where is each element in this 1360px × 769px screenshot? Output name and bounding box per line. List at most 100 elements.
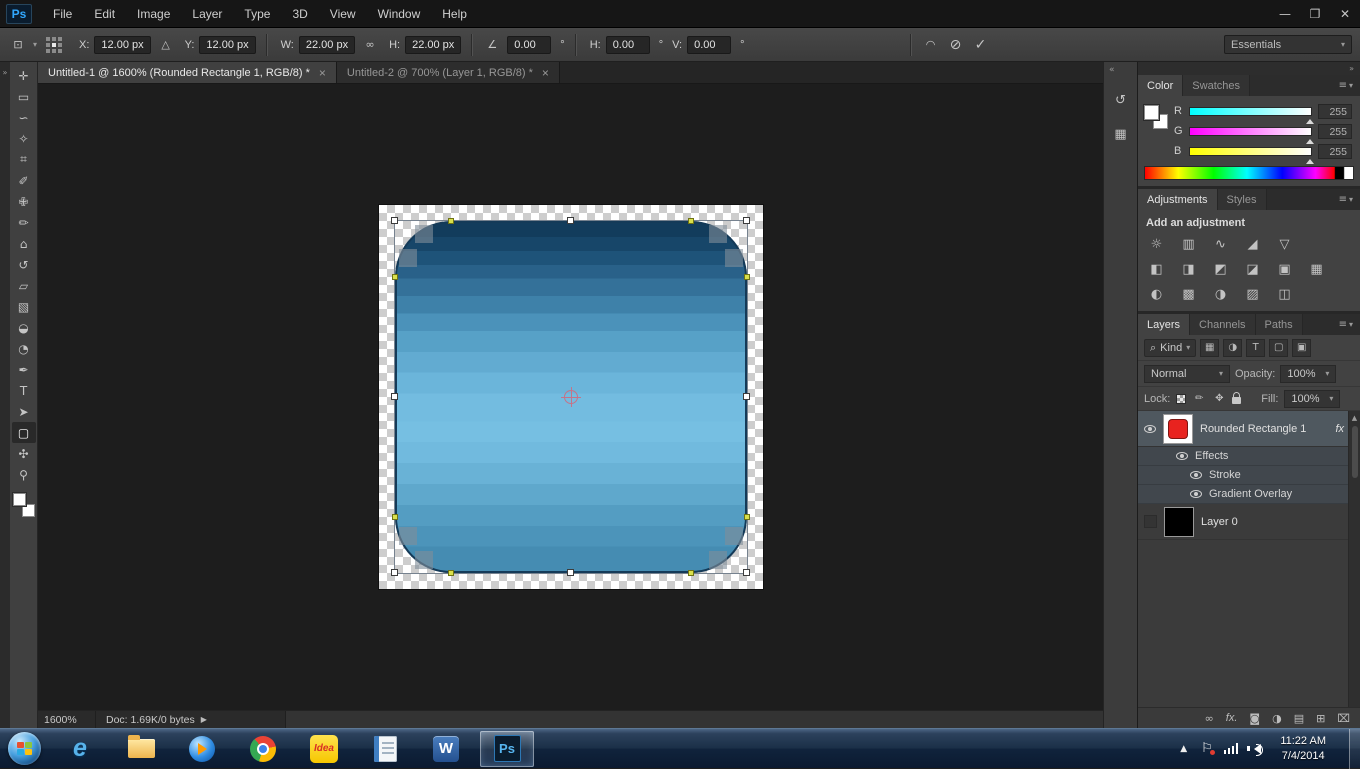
tool-lasso[interactable]: ∽	[12, 107, 36, 128]
lock-image-pixels-icon[interactable]: ✏	[1192, 393, 1206, 404]
vibrance-icon[interactable]: ▽	[1274, 235, 1295, 254]
path-anchor-point[interactable]	[448, 218, 454, 224]
commit-transform-button[interactable]: ✓	[971, 36, 991, 54]
history-panel-icon[interactable]: ↺	[1109, 88, 1133, 112]
menu-type[interactable]: Type	[233, 0, 281, 28]
path-anchor-point[interactable]	[392, 274, 398, 280]
blue-slider[interactable]	[1189, 147, 1312, 156]
toolbar-expand-chevron-icon[interactable]: »	[3, 68, 8, 77]
exposure-icon[interactable]: ◢	[1242, 235, 1263, 254]
link-layers-icon[interactable]: ∞	[1205, 712, 1214, 725]
document-tab-untitled-2[interactable]: Untitled-2 @ 700% (Layer 1, RGB/8) * ×	[337, 62, 560, 83]
document-canvas[interactable]	[379, 205, 763, 589]
red-slider[interactable]	[1189, 107, 1312, 116]
green-value-field[interactable]: 255	[1318, 124, 1352, 139]
visibility-eye-icon[interactable]	[1144, 425, 1156, 433]
path-anchor-point[interactable]	[688, 218, 694, 224]
transform-handle-bottom-left[interactable]	[391, 569, 398, 576]
taskbar-windows-explorer[interactable]	[114, 731, 168, 767]
add-layer-style-icon[interactable]: fx.	[1226, 712, 1238, 724]
slider-thumb[interactable]	[1306, 155, 1314, 164]
height-field[interactable]: 22.00 px	[405, 36, 461, 54]
tool-zoom[interactable]: ⚲	[12, 464, 36, 485]
tool-spot-healing-brush[interactable]: ✙	[12, 191, 36, 212]
color-balance-icon[interactable]: ◨	[1178, 260, 1199, 279]
y-position-field[interactable]: 12.00 px	[199, 36, 255, 54]
volume-icon[interactable]	[1249, 744, 1261, 754]
filter-adjustment-layers-icon[interactable]: ◑	[1223, 339, 1242, 357]
curves-icon[interactable]: ∿	[1210, 235, 1231, 254]
tool-type[interactable]: T	[12, 380, 36, 401]
slider-thumb[interactable]	[1306, 115, 1314, 124]
path-anchor-point[interactable]	[688, 570, 694, 576]
taskbar-clock[interactable]: 11:22 AM 7/4/2014	[1272, 734, 1334, 763]
visibility-eye-icon[interactable]	[1190, 471, 1202, 479]
add-layer-mask-icon[interactable]: ◙	[1249, 712, 1260, 725]
tool-gradient[interactable]: ▧	[12, 296, 36, 317]
expand-panels-chevron-icon[interactable]: «	[1104, 62, 1120, 78]
color-lookup-icon[interactable]: ▦	[1306, 260, 1327, 279]
transform-handle-bottom-right[interactable]	[743, 569, 750, 576]
tool-quick-selection[interactable]: ✧	[12, 128, 36, 149]
workspace-switcher[interactable]: Essentials ▾	[1224, 35, 1352, 54]
path-anchor-point[interactable]	[448, 570, 454, 576]
tool-crop[interactable]: ⌗	[12, 149, 36, 170]
invert-icon[interactable]: ◐	[1146, 285, 1167, 304]
filter-kind-dropdown[interactable]: ⌕ Kind ▾	[1144, 339, 1196, 357]
visibility-eye-icon[interactable]	[1190, 490, 1202, 498]
path-anchor-point[interactable]	[392, 514, 398, 520]
close-button[interactable]: ✕	[1330, 0, 1360, 28]
channel-mixer-icon[interactable]: ▣	[1274, 260, 1295, 279]
close-tab-icon[interactable]: ×	[542, 66, 549, 80]
document-tab-untitled-1[interactable]: Untitled-1 @ 1600% (Rounded Rectangle 1,…	[38, 62, 337, 83]
new-group-icon[interactable]: ▤	[1294, 712, 1304, 725]
green-slider[interactable]	[1189, 127, 1312, 136]
tool-preset-caret-icon[interactable]: ▾	[33, 40, 37, 49]
document-size-readout[interactable]: Doc: 1.69K/0 bytes ▶	[96, 711, 286, 728]
reference-point-locator[interactable]	[46, 37, 62, 53]
minimize-button[interactable]: —	[1270, 0, 1300, 28]
visibility-toggle-empty[interactable]	[1144, 515, 1157, 528]
h-skew-field[interactable]: 0.00	[606, 36, 650, 54]
posterize-icon[interactable]: ▩	[1178, 285, 1199, 304]
fill-dropdown[interactable]: 100% ▾	[1284, 390, 1340, 408]
layer-row-gradient-overlay-effect[interactable]: Gradient Overlay	[1138, 485, 1360, 504]
start-button[interactable]	[8, 732, 41, 765]
tab-paths[interactable]: Paths	[1256, 314, 1303, 335]
tool-move[interactable]: ✛	[12, 65, 36, 86]
transform-handle-top-left[interactable]	[391, 217, 398, 224]
warp-mode-button[interactable]: ◠	[921, 36, 941, 54]
foreground-color-swatch[interactable]	[13, 493, 26, 506]
tab-layers[interactable]: Layers	[1138, 314, 1190, 335]
filter-type-layers-icon[interactable]: T	[1246, 339, 1265, 357]
canvas-viewport[interactable]	[38, 84, 1103, 710]
status-expand-icon[interactable]: ▶	[201, 715, 207, 724]
menu-window[interactable]: Window	[367, 0, 432, 28]
tool-blur[interactable]: ◒	[12, 317, 36, 338]
network-icon[interactable]	[1224, 743, 1239, 754]
scroll-up-arrow-icon[interactable]: ▲	[1349, 411, 1360, 422]
path-anchor-point[interactable]	[744, 514, 750, 520]
restore-button[interactable]: ❐	[1300, 0, 1330, 28]
menu-image[interactable]: Image	[126, 0, 181, 28]
threshold-icon[interactable]: ◑	[1210, 285, 1231, 304]
opacity-dropdown[interactable]: 100% ▾	[1280, 365, 1336, 383]
transform-tool-icon[interactable]: ⊡	[8, 36, 28, 54]
v-skew-field[interactable]: 0.00	[687, 36, 731, 54]
layer-row-rounded-rectangle-1[interactable]: Rounded Rectangle 1 fx	[1138, 411, 1360, 447]
tool-path-selection[interactable]: ➤	[12, 401, 36, 422]
visibility-eye-icon[interactable]	[1176, 452, 1188, 460]
cancel-transform-button[interactable]: ⊘	[946, 36, 966, 54]
tool-history-brush[interactable]: ↺	[12, 254, 36, 275]
layer-row-layer-0[interactable]: Layer 0	[1138, 504, 1360, 540]
selective-color-icon[interactable]: ◫	[1274, 285, 1295, 304]
tab-adjustments[interactable]: Adjustments	[1138, 189, 1218, 210]
panel-menu-icon[interactable]: ≡ ▾	[1332, 189, 1360, 210]
lock-transparent-pixels-icon[interactable]	[1176, 394, 1186, 404]
layer-thumbnail[interactable]	[1163, 414, 1193, 444]
lock-all-icon[interactable]	[1232, 397, 1241, 404]
tool-rounded-rectangle[interactable]: ▢	[12, 422, 36, 443]
taskbar-chrome[interactable]	[236, 731, 290, 767]
taskbar-photoshop-active[interactable]: Ps	[480, 731, 534, 767]
collapse-dock-chevron-icon[interactable]: »	[1349, 64, 1354, 73]
